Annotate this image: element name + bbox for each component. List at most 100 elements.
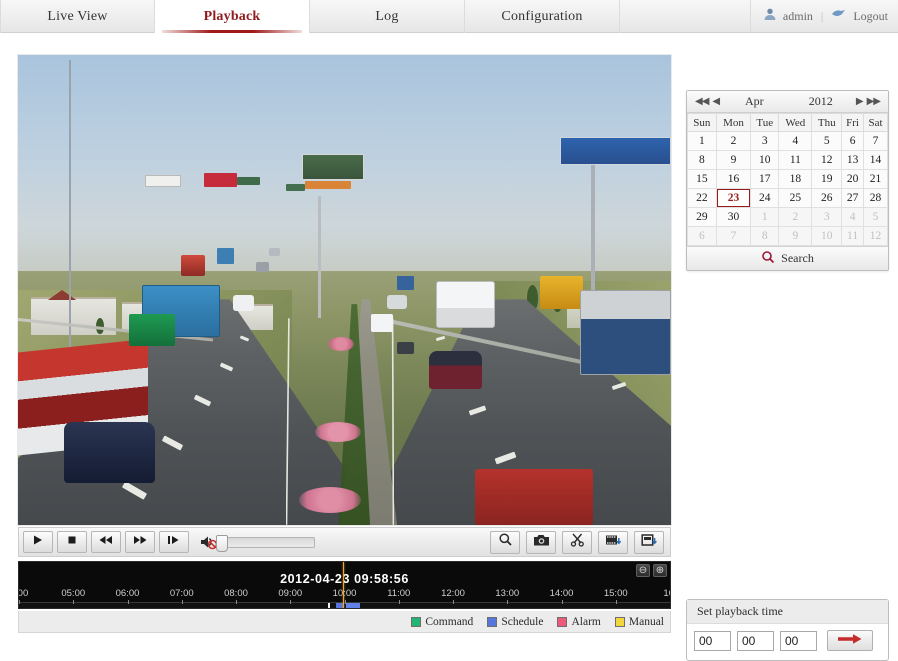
video-player[interactable] (18, 55, 671, 525)
legend-item-command: Command (411, 616, 473, 628)
tab-log[interactable]: Log (310, 0, 465, 33)
calendar-day[interactable]: 5 (811, 131, 843, 151)
calendar-day: 12 (863, 226, 888, 246)
tab-configuration-label: Configuration (501, 8, 583, 24)
vehicle-blue-truck-far (217, 247, 235, 264)
logout-icon[interactable] (831, 7, 847, 25)
calendar-header: ◀◀ ◀ Apr 2012 ▶ ▶▶ (687, 91, 888, 113)
timeline-tick (670, 600, 671, 604)
start-clip-button[interactable] (562, 530, 592, 554)
timeline-hour-label: 07:00 (169, 588, 194, 599)
calendar-day: 7 (715, 226, 752, 246)
calendar-day[interactable]: 28 (863, 188, 888, 208)
calendar-day[interactable]: 2 (715, 131, 752, 151)
calendar-day[interactable]: 27 (841, 188, 865, 208)
playback-page: ⊖ ⊕ 2012-04-23 09:58:56 4:0005:0006:0007… (0, 33, 898, 661)
calendar-day[interactable]: 18 (778, 169, 813, 189)
legend-label: Manual (628, 615, 664, 628)
calendar-day[interactable]: 4 (778, 131, 813, 151)
timeline-hour-label: 05:00 (61, 588, 86, 599)
median-flowers-1 (328, 337, 355, 351)
calendar-prev-month-button[interactable]: ◀ (710, 96, 721, 107)
slow-forward-button[interactable] (91, 531, 121, 553)
calendar-day[interactable]: 21 (863, 169, 888, 189)
tab-configuration[interactable]: Configuration (465, 0, 620, 33)
calendar-next-month-button[interactable]: ▶ (854, 96, 865, 107)
calendar-search-button[interactable]: Search (687, 246, 888, 270)
calendar-day[interactable]: 12 (811, 150, 843, 170)
playback-control-bar (18, 527, 671, 557)
playback-hour-input[interactable] (694, 630, 731, 651)
calendar-day[interactable]: 30 (715, 207, 752, 227)
tab-playback[interactable]: Playback (155, 0, 310, 33)
tab-live-view[interactable]: Live View (0, 0, 155, 33)
download-video-button[interactable] (598, 530, 628, 554)
calendar-day[interactable]: 1 (687, 131, 717, 151)
timeline-hour-label: 16: (663, 588, 670, 599)
arrow-right-icon (837, 632, 863, 650)
calendar-day[interactable]: 29 (687, 207, 717, 227)
timeline-tick (73, 600, 75, 604)
digital-zoom-button[interactable] (490, 530, 520, 554)
calendar-month-label: Apr (744, 94, 764, 108)
single-frame-button[interactable] (159, 531, 189, 553)
tab-live-view-label: Live View (47, 8, 108, 24)
calendar-day[interactable]: 8 (687, 150, 717, 170)
timeline-tick (236, 600, 237, 604)
calendar-day[interactable]: 25 (778, 188, 813, 208)
calendar-day[interactable]: 3 (750, 131, 780, 151)
playback-time-go-button[interactable] (827, 630, 873, 651)
fast-forward-button[interactable] (125, 531, 155, 553)
playback-second-input[interactable] (780, 630, 817, 651)
play-icon (32, 533, 44, 551)
play-button[interactable] (23, 531, 53, 553)
calendar-day-selected[interactable]: 23 (715, 188, 752, 208)
calendar-day: 5 (863, 207, 888, 227)
calendar-day[interactable]: 22 (687, 188, 717, 208)
calendar-day[interactable]: 16 (715, 169, 752, 189)
set-playback-time-row (687, 624, 888, 651)
timeline-hour-label: 12:00 (441, 588, 465, 599)
timeline-segment-schedule[interactable] (345, 603, 360, 608)
legend-label: Alarm (571, 615, 601, 628)
calendar-day: 4 (841, 207, 865, 227)
playback-minute-input[interactable] (737, 630, 774, 651)
user-session-area: admin | Logout (751, 0, 898, 32)
logout-link[interactable]: Logout (853, 9, 888, 24)
volume-slider[interactable] (216, 534, 315, 552)
calendar-day: 6 (687, 226, 717, 246)
calendar-day[interactable]: 15 (687, 169, 717, 189)
calendar-day[interactable]: 17 (750, 169, 780, 189)
calendar-day[interactable]: 11 (778, 150, 813, 170)
calendar-day[interactable]: 13 (841, 150, 865, 170)
capture-picture-button[interactable] (526, 530, 556, 554)
calendar-day[interactable]: 19 (811, 169, 843, 189)
calendar-day[interactable]: 20 (841, 169, 865, 189)
calendar-day[interactable]: 10 (750, 150, 780, 170)
calendar-day[interactable]: 9 (715, 150, 752, 170)
calendar-day[interactable]: 6 (841, 131, 865, 151)
calendar-weekday-wed: Wed (778, 113, 813, 132)
date-picker-calendar[interactable]: ◀◀ ◀ Apr 2012 ▶ ▶▶ Sun Mon Tue Wed Thu Fri Sat… (686, 90, 889, 271)
vehicle-yellow-truck (540, 275, 583, 309)
playback-timeline[interactable]: ⊖ ⊕ 2012-04-23 09:58:56 4:0005:0006:0007… (18, 561, 671, 609)
user-icon (763, 7, 777, 25)
calendar-day[interactable]: 7 (863, 131, 888, 151)
calendar-day: 3 (811, 207, 843, 227)
timeline-segment-marker[interactable] (328, 603, 330, 608)
calendar-day[interactable]: 14 (863, 150, 888, 170)
calendar-next-year-button[interactable]: ▶▶ (865, 96, 882, 107)
volume-slider-handle[interactable] (216, 534, 228, 552)
calendar-prev-year-button[interactable]: ◀◀ (693, 96, 710, 107)
download-picture-button[interactable] (634, 530, 664, 554)
tab-log-label: Log (375, 8, 399, 24)
search-icon (761, 250, 775, 268)
timeline-tick (19, 600, 20, 604)
calendar-day[interactable]: 24 (750, 188, 780, 208)
billboard-green-center (302, 153, 365, 180)
stop-button[interactable] (57, 531, 87, 553)
volume-control[interactable] (199, 533, 315, 552)
calendar-day[interactable]: 26 (811, 188, 843, 208)
magnifier-icon (498, 532, 513, 552)
timeline-tick (290, 600, 292, 604)
